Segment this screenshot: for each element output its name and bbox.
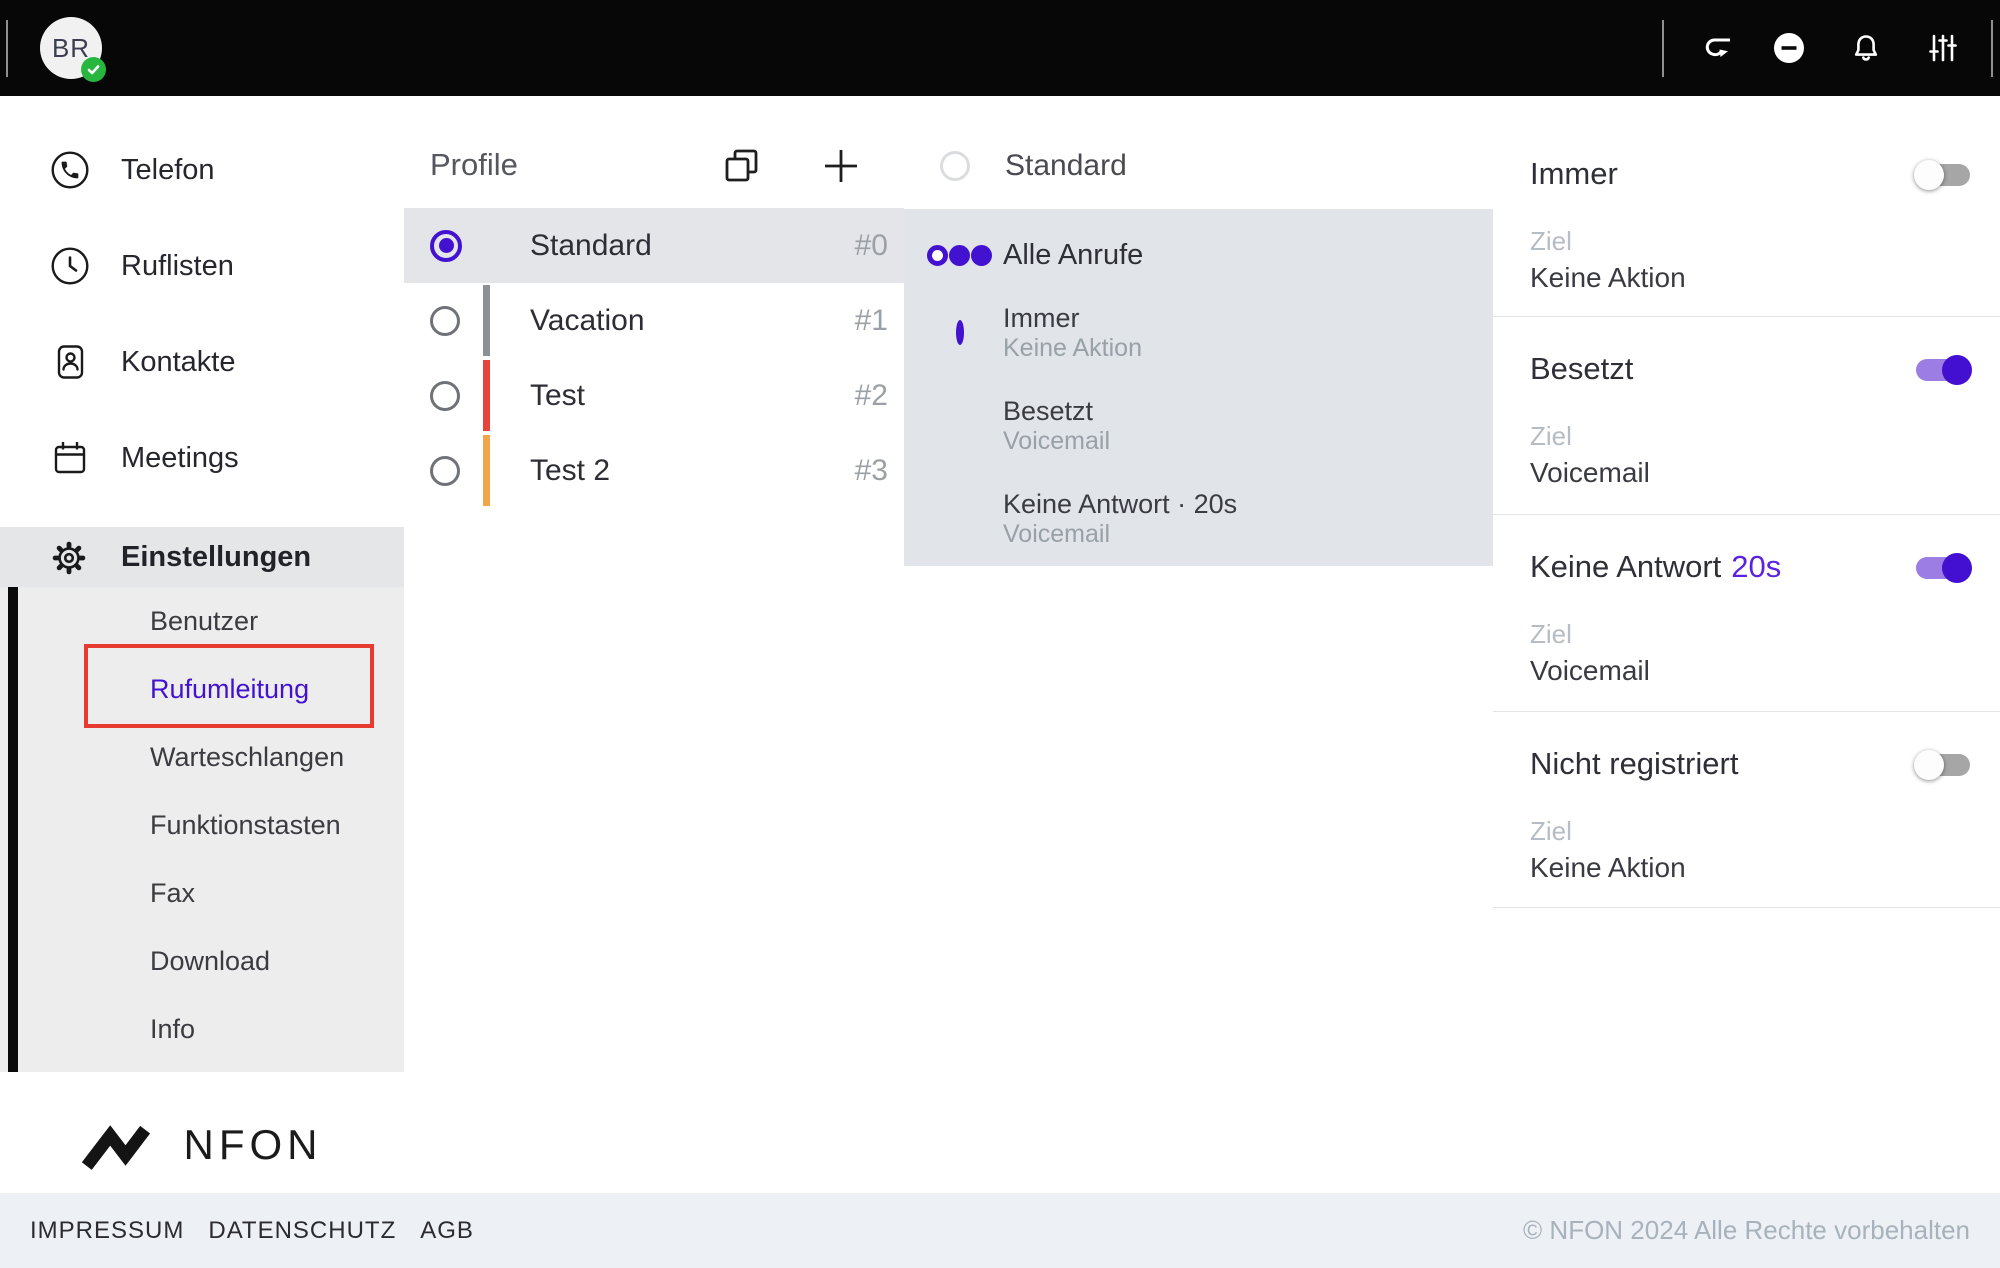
phone-icon: [50, 150, 90, 190]
sidebar-item-label: Kontakte: [121, 346, 235, 379]
target-label: Ziel: [1530, 816, 1572, 846]
toggle-nicht-registriert[interactable]: [1916, 754, 1970, 776]
avatar[interactable]: BR: [40, 17, 102, 79]
call-rules-profile-name: Standard: [1005, 149, 1127, 183]
section-title: Nicht registriert: [1530, 746, 1738, 781]
profile-row-test[interactable]: Test #2: [404, 358, 904, 433]
sidebar-item-warteschlangen[interactable]: Warteschlangen: [0, 723, 404, 791]
section-title: Immer: [1530, 156, 1618, 191]
detail-section-nicht-registriert: Nicht registriert Ziel Keine Aktion: [1493, 712, 2000, 908]
profile-number: #0: [855, 229, 888, 263]
radio-icon[interactable]: [430, 381, 460, 411]
radio-selected-icon[interactable]: [430, 230, 462, 262]
footer-copyright: © NFON 2024 Alle Rechte vorbehalten: [1523, 1215, 1970, 1246]
add-profile-icon[interactable]: [819, 144, 863, 188]
profile-row-test-2[interactable]: Test 2 #3: [404, 433, 904, 508]
sidebar-item-label: Meetings: [121, 442, 239, 475]
sliders-icon[interactable]: [1911, 0, 1975, 96]
calendar-icon: [50, 438, 90, 478]
target-label: Ziel: [1530, 226, 1572, 256]
sidebar-item-kontakte[interactable]: Kontakte: [0, 314, 404, 410]
target-label: Ziel: [1530, 619, 1572, 649]
sidebar-item-einstellungen[interactable]: Einstellungen: [0, 527, 404, 587]
target-value: Voicemail: [1530, 655, 1650, 687]
sidebar-item-meetings[interactable]: Meetings: [0, 410, 404, 506]
sidebar-item-funktionstasten[interactable]: Funktionstasten: [0, 791, 404, 859]
profile-number: #3: [855, 454, 888, 488]
section-title-suffix: 20s: [1731, 549, 1781, 584]
topbar-divider: [1662, 20, 1664, 77]
sidebar: Telefon Ruflisten Kontakte: [0, 96, 405, 1193]
sidebar-item-rufumleitung[interactable]: Rufumleitung: [0, 655, 404, 723]
sidebar-item-label: Ruflisten: [121, 250, 234, 283]
clock-icon: [50, 246, 90, 286]
profile-color-bar: [483, 285, 490, 356]
rule-besetzt[interactable]: Besetzt Voicemail: [904, 395, 1493, 457]
contact-card-icon: [50, 342, 90, 382]
topbar-right-divider: [1991, 20, 1993, 77]
footer-link-agb[interactable]: AGB: [420, 1217, 474, 1245]
footer-link-datenschutz[interactable]: DATENSCHUTZ: [208, 1217, 396, 1245]
footer-links: IMPRESSUM DATENSCHUTZ AGB: [30, 1217, 474, 1245]
target-value: Voicemail: [1530, 457, 1650, 489]
detail-section-immer: Immer Ziel Keine Aktion: [1493, 122, 2000, 317]
nfon-logo-mark: [82, 1120, 170, 1170]
nfon-logo-text: NFON: [184, 1121, 323, 1169]
gear-icon: [48, 537, 88, 577]
bell-icon[interactable]: [1834, 0, 1898, 96]
all-calls-row[interactable]: Alle Anrufe: [904, 209, 1493, 301]
sidebar-item-label: Einstellungen: [121, 541, 311, 574]
sidebar-item-ruflisten[interactable]: Ruflisten: [0, 218, 404, 314]
all-calls-icon: [927, 245, 993, 266]
sidebar-settings-section: Einstellungen Benutzer Rufumleitung Wart…: [0, 527, 404, 1072]
toggle-besetzt[interactable]: [1916, 359, 1970, 381]
section-title: Besetzt: [1530, 351, 1633, 386]
status-online-badge: [81, 57, 106, 82]
profiles-panel: Profile Standard #0 Vacation #1: [404, 96, 905, 1193]
radio-icon[interactable]: [430, 306, 460, 336]
topbar-left-divider: [6, 20, 8, 77]
radio-empty-icon: [940, 151, 970, 181]
profile-number: #2: [855, 379, 888, 413]
profile-row-standard[interactable]: Standard #0: [404, 208, 904, 283]
detail-section-keine-antwort: Keine Antwort 20s Ziel Voicemail: [1493, 515, 2000, 712]
radio-icon[interactable]: [430, 456, 460, 486]
sidebar-item-benutzer[interactable]: Benutzer: [0, 587, 404, 655]
detail-section-besetzt: Besetzt Ziel Voicemail: [1493, 317, 2000, 515]
section-title: Keine Antwort: [1530, 549, 1721, 584]
rule-keine-antwort[interactable]: Keine Antwort · 20s Voicemail: [904, 488, 1493, 550]
profile-number: #1: [855, 304, 888, 338]
app-root: BR: [0, 0, 2000, 1268]
profile-color-bar: [483, 435, 490, 506]
rule-marker-hollow-icon: [956, 324, 964, 342]
rule-immer[interactable]: Immer Keine Aktion: [904, 302, 1493, 364]
target-value: Keine Aktion: [1530, 852, 1686, 884]
target-value: Keine Aktion: [1530, 262, 1686, 294]
toggle-immer[interactable]: [1916, 164, 1970, 186]
undo-icon[interactable]: [1686, 0, 1750, 96]
do-not-disturb-icon[interactable]: [1757, 0, 1821, 96]
sidebar-item-info[interactable]: Info: [0, 995, 404, 1063]
call-rules-panel: Standard Alle Anrufe Immer Keine Aktion …: [904, 96, 1494, 1193]
profile-row-vacation[interactable]: Vacation #1: [404, 283, 904, 358]
toggle-keine-antwort[interactable]: [1916, 557, 1970, 579]
sidebar-item-label: Telefon: [121, 154, 215, 187]
rule-detail-panel: Immer Ziel Keine Aktion Besetzt Ziel Voi…: [1493, 96, 2000, 1193]
profile-color-bar: [483, 360, 490, 431]
sidebar-item-fax[interactable]: Fax: [0, 859, 404, 927]
profiles-title: Profile: [430, 147, 518, 183]
call-rules-header: Standard: [904, 122, 1493, 209]
sidebar-item-telefon[interactable]: Telefon: [0, 122, 404, 218]
footer-link-impressum[interactable]: IMPRESSUM: [30, 1217, 184, 1245]
topbar: BR: [0, 0, 2000, 96]
duplicate-icon[interactable]: [720, 144, 764, 188]
call-rules-card[interactable]: Alle Anrufe Immer Keine Aktion Besetzt V…: [904, 209, 1493, 566]
sidebar-item-download[interactable]: Download: [0, 927, 404, 995]
target-label: Ziel: [1530, 421, 1572, 451]
avatar-initials: BR: [52, 33, 90, 64]
profiles-header: Profile: [404, 122, 904, 208]
nfon-logo: NFON: [0, 1100, 404, 1190]
footer: IMPRESSUM DATENSCHUTZ AGB © NFON 2024 Al…: [0, 1193, 2000, 1268]
